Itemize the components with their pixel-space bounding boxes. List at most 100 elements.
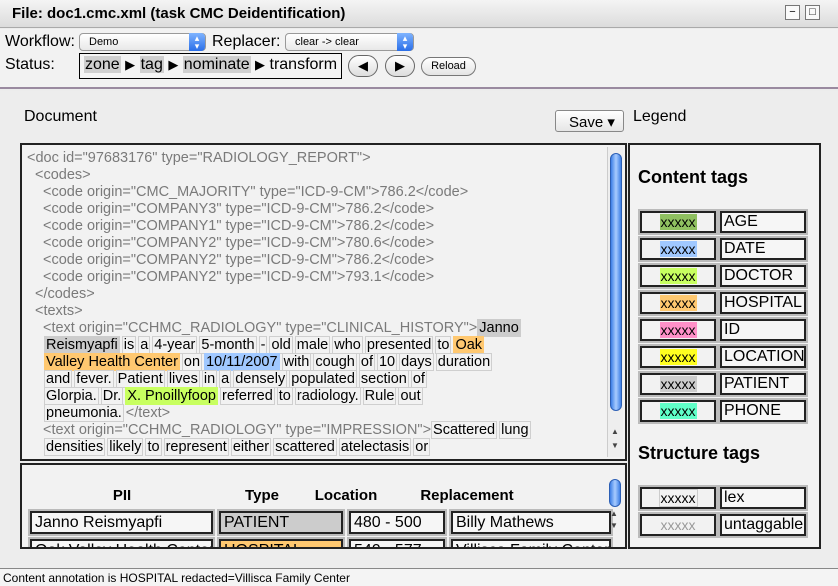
document-text[interactable]: <doc id="97683176" type="RADIOLOGY_REPOR… (27, 150, 607, 456)
table-cell[interactable]: 480 - 500 (347, 509, 447, 536)
token[interactable]: either (230, 438, 272, 456)
annotation-doctor[interactable]: X. Pnoillyfoop (125, 387, 218, 405)
tag-swatch-lex[interactable]: xxxxx (638, 485, 718, 511)
table-cell[interactable]: Oak Valley Health Center (28, 537, 215, 547)
tag-swatch-hospital[interactable]: xxxxx (638, 290, 718, 316)
workflow-select[interactable]: Demo ▴ ▾ (79, 33, 206, 51)
document-panel[interactable]: <doc id="97683176" type="RADIOLOGY_REPOR… (20, 143, 627, 461)
token-run[interactable]: on (181, 353, 204, 371)
token[interactable]: Scattered (431, 421, 498, 439)
token[interactable]: out (398, 387, 423, 405)
token[interactable]: Glorpia. (44, 387, 99, 405)
tag-swatch-doctor[interactable]: xxxxx (638, 263, 718, 289)
table-cell[interactable]: HOSPITAL (217, 537, 345, 547)
forward-button[interactable]: ▶ (385, 55, 415, 77)
token[interactable]: referred (219, 387, 275, 405)
minimize-button[interactable]: − (785, 5, 800, 20)
document-scrollbar[interactable]: ▲ ▼ (607, 147, 623, 457)
scroll-thumb[interactable] (610, 153, 622, 411)
token[interactable]: on (181, 353, 203, 371)
tag-name[interactable]: PATIENT (718, 371, 808, 397)
token[interactable]: - (258, 336, 268, 354)
save-button[interactable]: Save ▾ (555, 110, 624, 132)
token-run[interactable]: with cough of 10 days duration (281, 353, 495, 371)
token-run[interactable]: densities likely to represent either scattere… (44, 438, 432, 456)
table-scrollbar[interactable]: ▲ ▼ (607, 473, 623, 533)
token[interactable]: to (276, 387, 293, 405)
token[interactable]: male (294, 336, 331, 354)
annotation-patient[interactable]: Janno (477, 319, 521, 337)
tag-name[interactable]: DOCTOR (718, 263, 808, 289)
token[interactable]: in (201, 370, 218, 388)
annotation-date[interactable]: 10/11/2007 (204, 353, 280, 371)
token[interactable]: likely (107, 438, 144, 456)
token[interactable]: to (435, 336, 452, 354)
reload-button[interactable]: Reload (421, 57, 476, 76)
token[interactable]: who (332, 336, 363, 354)
token[interactable]: cough (313, 353, 357, 371)
annotation-patient[interactable]: Reismyapfi (44, 336, 120, 354)
token-run[interactable]: and fever. Patient lives in a densely populated… (44, 370, 429, 388)
tag-swatch-age[interactable]: xxxxx (638, 209, 718, 235)
table-cell[interactable]: Billy Mathews (449, 509, 613, 536)
token[interactable]: old (269, 336, 293, 354)
tag-name[interactable]: DATE (718, 236, 808, 262)
tag-name[interactable]: AGE (718, 209, 808, 235)
table-cell[interactable]: Janno Reismyapfi (28, 509, 215, 536)
tag-name[interactable]: LOCATION (718, 344, 808, 370)
tag-name[interactable]: untaggable (718, 512, 808, 538)
token[interactable]: and (44, 370, 73, 388)
tag-name[interactable]: PHONE (718, 398, 808, 424)
tag-swatch-untaggable[interactable]: xxxxx (638, 512, 718, 538)
back-button[interactable]: ◀ (348, 55, 378, 77)
table-cell[interactable]: Villisca Family Center (449, 537, 613, 547)
tag-name[interactable]: lex (718, 485, 808, 511)
tag-swatch-patient[interactable]: xxxxx (638, 371, 718, 397)
token[interactable]: lives (166, 370, 200, 388)
token[interactable]: with (281, 353, 312, 371)
token-run[interactable]: Glorpia. Dr. (44, 387, 125, 405)
token[interactable]: represent (163, 438, 229, 456)
tag-swatch-id[interactable]: xxxxx (638, 317, 718, 343)
token[interactable]: atelectasis (338, 438, 412, 456)
token-run[interactable]: referred to radiology. Rule out (219, 387, 425, 405)
token[interactable]: 10 (376, 353, 398, 371)
token[interactable]: presented (364, 336, 434, 354)
token[interactable]: lung (499, 421, 531, 439)
token[interactable]: of (358, 353, 375, 371)
tag-swatch-location[interactable]: xxxxx (638, 344, 718, 370)
token[interactable]: populated (289, 370, 357, 388)
tag-swatch-date[interactable]: xxxxx (638, 236, 718, 262)
maximize-button[interactable]: □ (805, 5, 820, 20)
tag-name[interactable]: ID (718, 317, 808, 343)
tag-name[interactable]: HOSPITAL (718, 290, 808, 316)
scroll-down-icon[interactable]: ▼ (610, 521, 618, 530)
token[interactable]: fever. (74, 370, 114, 388)
token[interactable]: is (121, 336, 137, 354)
token[interactable]: radiology. (294, 387, 361, 405)
token-run[interactable]: is a 4-year 5-month - old male who presented to (121, 336, 454, 354)
token[interactable]: densities (44, 438, 106, 456)
token[interactable]: of (410, 370, 427, 388)
token[interactable]: scattered (273, 438, 337, 456)
token[interactable]: densely (233, 370, 288, 388)
token[interactable]: section (358, 370, 409, 388)
scroll-up-icon[interactable]: ▲ (611, 427, 619, 436)
token[interactable]: Patient (115, 370, 165, 388)
replacer-select[interactable]: clear -> clear ▴ ▾ (285, 33, 414, 51)
scroll-down-icon[interactable]: ▼ (611, 441, 619, 450)
annotation-hospital[interactable]: Valley Health Center (44, 353, 180, 371)
token[interactable]: duration (435, 353, 493, 371)
token[interactable]: days (399, 353, 434, 371)
token-run[interactable]: pneumonia. (44, 404, 126, 422)
token[interactable]: 4-year (152, 336, 198, 354)
scroll-thumb[interactable] (609, 479, 621, 507)
table-cell[interactable]: PATIENT (217, 509, 345, 536)
table-cell[interactable]: 540 - 577 (347, 537, 447, 547)
token[interactable]: a (138, 336, 151, 354)
token[interactable]: a (219, 370, 232, 388)
token[interactable]: to (145, 438, 162, 456)
token[interactable]: Dr. (100, 387, 124, 405)
token[interactable]: pneumonia. (44, 404, 124, 422)
token[interactable]: 5-month (199, 336, 257, 354)
